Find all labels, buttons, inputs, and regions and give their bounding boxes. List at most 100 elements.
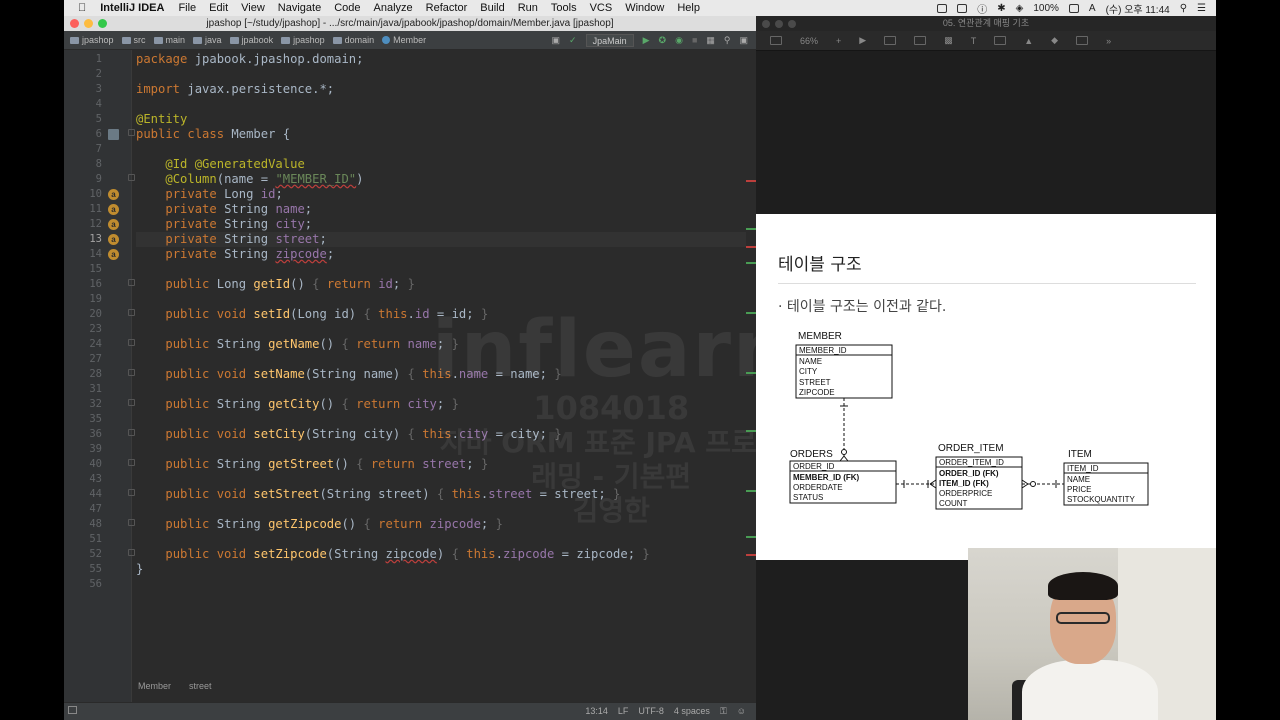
fold-toggle-icon[interactable] [128, 549, 135, 556]
field-marker-icon[interactable]: a [108, 234, 119, 245]
apple-icon[interactable]:  [78, 2, 86, 14]
add-slide-icon[interactable]: + [836, 36, 841, 46]
debug-icon[interactable]: ✪ [659, 35, 667, 46]
fold-toggle-icon[interactable] [128, 369, 135, 376]
run-config-selector[interactable]: JpaMain [585, 33, 634, 47]
format-icon[interactable]: ◆ [1051, 35, 1058, 46]
field-marker-icon[interactable]: a [108, 189, 119, 200]
change-mark[interactable] [746, 536, 756, 538]
fold-toggle-icon[interactable] [128, 399, 135, 406]
tool-windows-icon[interactable] [68, 706, 77, 714]
fold-toggle-icon[interactable] [128, 519, 135, 526]
change-mark[interactable] [746, 228, 756, 230]
menu-file[interactable]: File [178, 2, 196, 14]
chart-icon[interactable]: ▩ [944, 35, 953, 46]
menu-vcs[interactable]: VCS [590, 2, 613, 14]
menu-navigate[interactable]: Navigate [278, 2, 321, 14]
notification-center-icon[interactable]: ☰ [1197, 3, 1206, 14]
shape-icon[interactable] [994, 36, 1007, 45]
stop-icon[interactable]: ■ [692, 35, 697, 45]
close-window-icon[interactable] [762, 20, 770, 28]
change-mark[interactable] [746, 490, 756, 492]
document-icon[interactable] [1076, 36, 1089, 45]
project-structure-icon[interactable]: ▦ [706, 35, 715, 46]
lock-icon[interactable]: ⚿ [720, 706, 727, 717]
slide[interactable]: 테이블 구조 · 테이블 구조는 이전과 같다. MEMBER MEMBER_I… [756, 214, 1216, 560]
field-marker-icon[interactable]: a [108, 249, 119, 260]
menu-build[interactable]: Build [480, 2, 504, 14]
breadcrumb-java[interactable]: java [193, 35, 222, 45]
menu-code[interactable]: Code [334, 2, 360, 14]
screen-record-icon[interactable] [937, 3, 948, 13]
menu-help[interactable]: Help [677, 2, 700, 14]
play-icon[interactable]: ▶ [859, 35, 866, 46]
structure-crumb-class[interactable]: Member [138, 681, 171, 691]
table-icon[interactable] [914, 36, 927, 45]
menu-analyze[interactable]: Analyze [374, 2, 413, 14]
media-icon[interactable]: ▲ [1024, 36, 1033, 46]
input-source-icon[interactable]: A [1089, 3, 1096, 14]
fold-toggle-icon[interactable] [128, 459, 135, 466]
error-mark[interactable] [746, 554, 756, 556]
breadcrumb-jpabook[interactable]: jpabook [229, 35, 273, 45]
field-marker-icon[interactable]: a [108, 219, 119, 230]
fold-toggle-icon[interactable] [128, 174, 135, 181]
menu-tools[interactable]: Tools [551, 2, 577, 14]
fold-toggle-icon[interactable] [128, 429, 135, 436]
maximize-window-icon[interactable] [788, 20, 796, 28]
zoom-selector[interactable]: 66% [800, 36, 818, 46]
menu-view[interactable]: View [241, 2, 265, 14]
database-table-icon[interactable] [108, 129, 119, 140]
build-icon[interactable]: ▣ [552, 35, 561, 46]
field-marker-icon[interactable]: a [108, 204, 119, 215]
code-editor[interactable]: 1 2 3 4 5 6 7 8 9 10 11 12 13 14 15 16 1… [64, 50, 788, 702]
menu-run[interactable]: Run [518, 2, 538, 14]
more-icon[interactable]: » [1106, 36, 1111, 46]
fold-toggle-icon[interactable] [128, 129, 135, 136]
menu-refactor[interactable]: Refactor [426, 2, 468, 14]
structure-crumb-field[interactable]: street [189, 681, 212, 691]
fold-toggle-icon[interactable] [128, 309, 135, 316]
view-icon[interactable] [770, 36, 782, 45]
minimize-window-icon[interactable] [84, 19, 93, 28]
keynote-live-icon[interactable] [884, 36, 897, 45]
fold-toggle-icon[interactable] [128, 279, 135, 286]
breadcrumb-jpashop[interactable]: jpashop [70, 35, 114, 45]
run-icon[interactable]: ▶ [643, 35, 650, 46]
app-name[interactable]: IntelliJ IDEA [100, 2, 164, 14]
breadcrumb-main[interactable]: main [153, 35, 185, 45]
clock[interactable]: (수) 오후 11:44 [1106, 1, 1170, 16]
line-separator[interactable]: LF [618, 706, 629, 717]
battery-icon[interactable] [1068, 3, 1079, 13]
change-mark[interactable] [746, 372, 756, 374]
minimize-window-icon[interactable] [775, 20, 783, 28]
maximize-window-icon[interactable] [98, 19, 107, 28]
fold-toggle-icon[interactable] [128, 339, 135, 346]
file-encoding[interactable]: UTF-8 [638, 706, 664, 717]
close-window-icon[interactable] [70, 19, 79, 28]
error-stripe[interactable] [746, 50, 756, 702]
display-icon[interactable] [957, 3, 968, 13]
change-mark[interactable] [746, 430, 756, 432]
breadcrumb-src[interactable]: src [121, 35, 146, 45]
menu-window[interactable]: Window [625, 2, 664, 14]
hammer-icon[interactable]: ✓ [569, 35, 577, 46]
editor-gutter[interactable]: 1 2 3 4 5 6 7 8 9 10 11 12 13 14 15 16 1… [64, 50, 135, 702]
search-icon[interactable]: ⚲ [724, 35, 731, 46]
error-mark[interactable] [746, 180, 756, 182]
breadcrumb-domain[interactable]: domain [332, 35, 374, 45]
error-mark[interactable] [746, 246, 756, 248]
coverage-icon[interactable]: ◉ [675, 35, 683, 46]
text-icon[interactable]: T [971, 36, 977, 46]
menu-edit[interactable]: Edit [209, 2, 228, 14]
breadcrumb-jpashop-pkg[interactable]: jpashop [281, 35, 325, 45]
wifi-icon[interactable]: ◈ [1016, 3, 1024, 14]
info-icon[interactable]: ⓘ [977, 1, 987, 16]
change-mark[interactable] [746, 262, 756, 264]
change-mark[interactable] [746, 312, 756, 314]
code-text[interactable]: package jpabook.jpashop.domain; import j… [136, 50, 746, 702]
bluetooth-icon[interactable]: ✱ [997, 3, 1005, 14]
cursor-position[interactable]: 13:14 [585, 706, 608, 717]
indent-setting[interactable]: 4 spaces [674, 706, 710, 717]
fold-toggle-icon[interactable] [128, 489, 135, 496]
